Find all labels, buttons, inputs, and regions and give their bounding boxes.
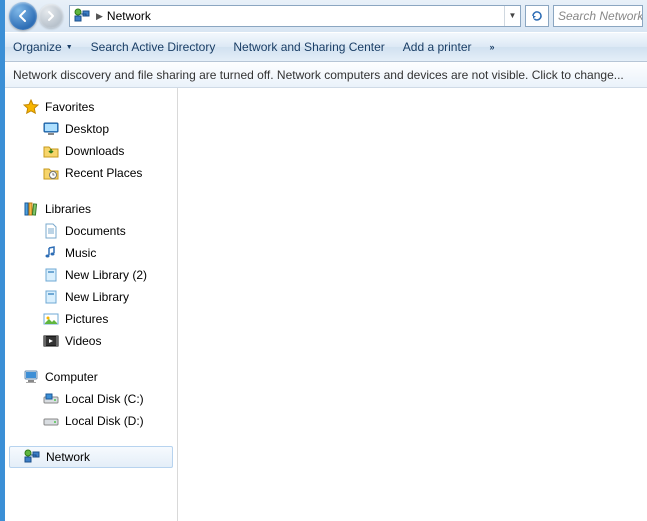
computer-header[interactable]: Computer [5, 366, 177, 388]
sidebar-item-label: Videos [65, 334, 101, 348]
main-area: Favorites Desktop Downloads Recent Place… [5, 88, 647, 521]
network-header[interactable]: Network [9, 446, 173, 468]
network-label: Network [46, 450, 90, 464]
search-active-directory-button[interactable]: Search Active Directory [91, 40, 216, 54]
search-input[interactable]: Search Network [553, 5, 643, 27]
favorites-header[interactable]: Favorites [5, 96, 177, 118]
favorites-group: Favorites Desktop Downloads Recent Place… [5, 96, 177, 184]
sidebar-item-label: Recent Places [65, 166, 142, 180]
refresh-button[interactable] [525, 5, 549, 27]
libraries-group: Libraries Documents Music New Library (2… [5, 198, 177, 352]
toolbar-overflow-button[interactable]: » [490, 42, 496, 52]
chevron-down-icon: ▼ [66, 44, 73, 51]
network-sharing-center-button[interactable]: Network and Sharing Center [233, 40, 384, 54]
sidebar-item-videos[interactable]: Videos [5, 330, 177, 352]
sidebar-item-label: New Library [65, 290, 129, 304]
sidebar-item-music[interactable]: Music [5, 242, 177, 264]
sidebar-item-new-library-2[interactable]: New Library (2) [5, 264, 177, 286]
refresh-icon [530, 9, 544, 23]
drive-icon [43, 391, 59, 407]
network-icon [24, 449, 40, 465]
navigation-pane: Favorites Desktop Downloads Recent Place… [5, 88, 178, 521]
documents-icon [43, 223, 59, 239]
arrow-left-icon [16, 9, 30, 23]
computer-label: Computer [45, 370, 98, 384]
address-dropdown-icon[interactable]: ▼ [504, 6, 520, 26]
network-group: Network [5, 446, 177, 468]
search-placeholder: Search Network [558, 9, 643, 23]
sidebar-item-downloads[interactable]: Downloads [5, 140, 177, 162]
add-printer-button[interactable]: Add a printer [403, 40, 472, 54]
music-icon [43, 245, 59, 261]
computer-group: Computer Local Disk (C:) Local Disk (D:) [5, 366, 177, 432]
breadcrumb-location[interactable]: Network [105, 9, 151, 23]
computer-icon [23, 369, 39, 385]
libraries-icon [23, 201, 39, 217]
forward-button[interactable] [39, 4, 63, 28]
toolbar: Organize ▼ Search Active Directory Netwo… [5, 32, 647, 62]
sidebar-item-recent-places[interactable]: Recent Places [5, 162, 177, 184]
info-bar[interactable]: Network discovery and file sharing are t… [5, 62, 647, 88]
address-bar[interactable]: ▶ Network ▼ [69, 5, 521, 27]
arrow-right-icon [45, 10, 57, 22]
videos-icon [43, 333, 59, 349]
sidebar-item-local-disk-d[interactable]: Local Disk (D:) [5, 410, 177, 432]
sidebar-item-label: Desktop [65, 122, 109, 136]
sidebar-item-local-disk-c[interactable]: Local Disk (C:) [5, 388, 177, 410]
pictures-icon [43, 311, 59, 327]
recent-places-icon [43, 165, 59, 181]
sidebar-item-label: Music [65, 246, 96, 260]
sidebar-item-label: Local Disk (C:) [65, 392, 144, 406]
sidebar-item-pictures[interactable]: Pictures [5, 308, 177, 330]
sidebar-item-label: Local Disk (D:) [65, 414, 144, 428]
sidebar-item-label: Downloads [65, 144, 124, 158]
library-icon [43, 289, 59, 305]
downloads-icon [43, 143, 59, 159]
library-icon [43, 267, 59, 283]
sidebar-item-label: New Library (2) [65, 268, 147, 282]
desktop-icon [43, 121, 59, 137]
star-icon [23, 99, 39, 115]
sidebar-item-label: Documents [65, 224, 126, 238]
sidebar-item-desktop[interactable]: Desktop [5, 118, 177, 140]
favorites-label: Favorites [45, 100, 94, 114]
breadcrumb-separator[interactable]: ▶ [94, 11, 105, 22]
sidebar-item-new-library[interactable]: New Library [5, 286, 177, 308]
address-row: ▶ Network ▼ Search Network [5, 0, 647, 32]
back-button[interactable] [9, 2, 37, 30]
sidebar-item-documents[interactable]: Documents [5, 220, 177, 242]
libraries-header[interactable]: Libraries [5, 198, 177, 220]
organize-label: Organize [13, 40, 62, 54]
libraries-label: Libraries [45, 202, 91, 216]
drive-icon [43, 413, 59, 429]
content-pane[interactable] [178, 88, 647, 521]
organize-button[interactable]: Organize ▼ [13, 40, 73, 54]
network-icon [74, 8, 90, 24]
sidebar-item-label: Pictures [65, 312, 108, 326]
